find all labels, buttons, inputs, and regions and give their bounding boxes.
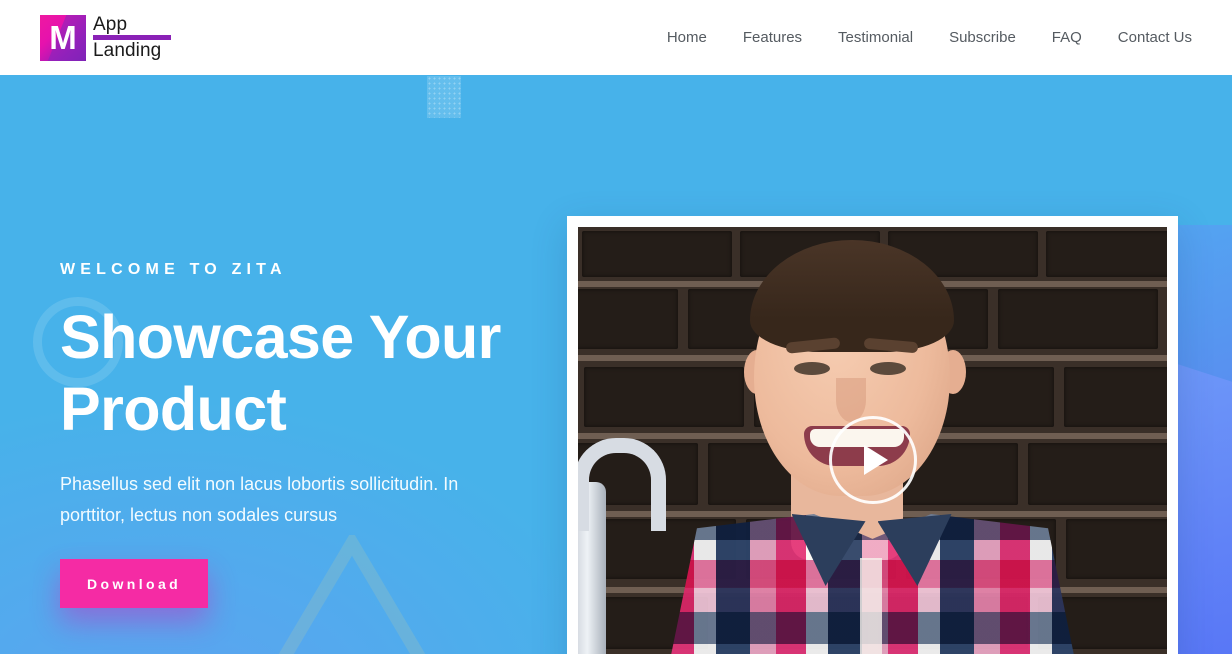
play-icon[interactable] — [828, 415, 917, 504]
main-navigation: Home Features Testimonial Subscribe FAQ … — [667, 29, 1192, 46]
brand-line-landing: Landing — [93, 40, 162, 61]
brand-logo[interactable]: M App Landing — [40, 13, 171, 61]
download-button[interactable]: Download — [60, 559, 209, 608]
hero-subtitle: Phasellus sed elit non lacus lobortis so… — [60, 474, 459, 525]
hero-title: Showcase Your Product — [60, 303, 501, 443]
nav-item-home[interactable]: Home — [667, 29, 707, 46]
landing-page: M App Landing Home Features Testimonial … — [0, 0, 1232, 654]
site-header: M App Landing Home Features Testimonial … — [0, 0, 1232, 75]
video-thumbnail — [578, 227, 1167, 654]
nav-item-testimonial[interactable]: Testimonial — [838, 29, 913, 46]
play-triangle-icon — [864, 444, 888, 475]
hero-content: Welcome to Zita Showcase Your Product Ph… — [60, 261, 530, 608]
brand-wordmark: App Landing — [93, 13, 171, 61]
hero-section: Welcome to Zita Showcase Your Product Ph… — [0, 75, 1232, 654]
nav-item-contact-us[interactable]: Contact Us — [1118, 29, 1192, 46]
nav-item-features[interactable]: Features — [743, 29, 802, 46]
nav-item-faq[interactable]: FAQ — [1052, 29, 1082, 46]
nav-item-subscribe[interactable]: Subscribe — [949, 29, 1016, 46]
hero-eyebrow: Welcome to Zita — [60, 261, 287, 278]
hero-video-card[interactable] — [567, 216, 1178, 654]
logo-mark-icon: M — [40, 14, 86, 61]
dotted-square-decoration — [427, 76, 461, 118]
brand-line-app: App — [93, 13, 128, 35]
pipe-decoration — [578, 438, 666, 654]
logo-mark-letter: M — [49, 19, 77, 56]
